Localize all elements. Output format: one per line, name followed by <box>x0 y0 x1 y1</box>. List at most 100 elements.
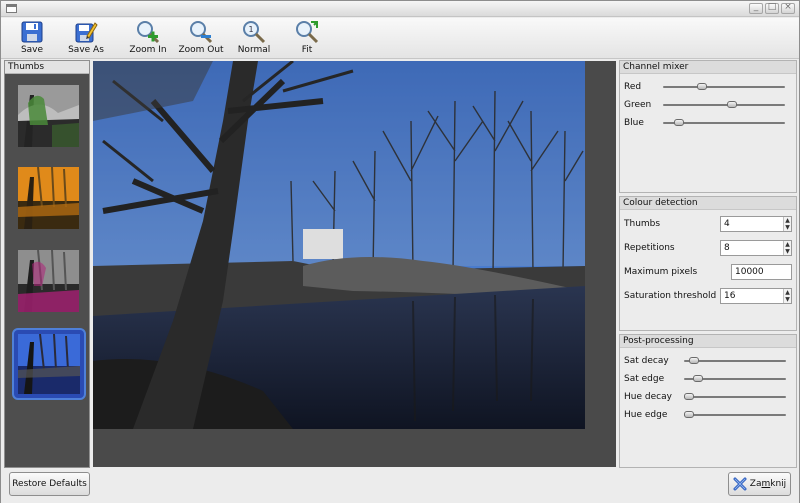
saturation-threshold-label: Saturation threshold <box>624 291 717 301</box>
title-bar[interactable]: _ □ × <box>1 1 799 17</box>
spinbox-arrows[interactable]: ▲ ▼ <box>783 289 791 303</box>
thumbnail-image <box>18 334 80 394</box>
fit-label: Fit <box>301 45 313 55</box>
slider-track <box>663 104 785 106</box>
slider-track <box>684 396 786 398</box>
image-view-area[interactable] <box>93 61 616 467</box>
magnifier-one-to-one-icon: 1 <box>243 21 266 44</box>
hue-decay-label: Hue decay <box>624 392 672 402</box>
thumbnail-magenta[interactable] <box>18 250 79 312</box>
close-dialog-label: Zamknij <box>750 473 786 495</box>
spin-up-icon[interactable]: ▲ <box>784 217 791 224</box>
green-slider[interactable] <box>663 100 785 110</box>
thumbs-count-spinbox[interactable]: 4 ▲ ▼ <box>720 216 792 232</box>
red-slider[interactable] <box>663 82 785 92</box>
magnifier-minus-icon <box>190 21 213 44</box>
fit-button[interactable]: Fit <box>292 20 322 58</box>
slider-track <box>663 86 785 88</box>
bottom-bar: Restore Defaults Zamknij <box>1 468 799 503</box>
spinbox-arrows[interactable]: ▲ ▼ <box>783 217 791 231</box>
hue-decay-slider[interactable] <box>684 392 786 402</box>
thumbnail-blue-selected[interactable] <box>12 328 86 400</box>
spin-up-icon[interactable]: ▲ <box>784 241 791 248</box>
close-label-suffix: knij <box>770 479 787 489</box>
minimize-icon: _ <box>753 2 759 12</box>
spin-down-icon[interactable]: ▼ <box>784 296 791 303</box>
repetitions-spinbox[interactable]: 8 ▲ ▼ <box>720 240 792 256</box>
slider-handle[interactable] <box>674 119 684 126</box>
post-processing-title: Post-processing <box>620 335 796 348</box>
zoom-out-button[interactable]: Zoom Out <box>178 20 224 58</box>
maximum-pixels-field[interactable]: 10000 <box>731 264 792 280</box>
sat-decay-slider[interactable] <box>684 356 786 366</box>
restore-defaults-button[interactable]: Restore Defaults <box>9 472 90 496</box>
thumbnail-image <box>18 167 79 229</box>
normal-zoom-button[interactable]: 1 Normal <box>237 20 271 58</box>
maximize-button[interactable]: □ <box>765 2 779 14</box>
thumbs-panel: Thumbs <box>4 60 90 468</box>
restore-defaults-label: Restore Defaults <box>12 479 87 489</box>
slider-handle[interactable] <box>689 357 699 364</box>
close-label-prefix: Za <box>749 479 762 489</box>
thumbs-count-label: Thumbs <box>624 219 661 229</box>
toolbar: Save Save As Zoom In Zoom Out 1 Normal F… <box>1 18 799 59</box>
post-processing-group: Post-processing Sat decay Sat edge Hue d… <box>619 334 797 468</box>
spin-up-icon[interactable]: ▲ <box>784 289 791 296</box>
hue-edge-label: Hue edge <box>624 410 668 420</box>
thumbnail-image <box>18 85 79 147</box>
thumbnail-green[interactable] <box>18 85 79 147</box>
slider-handle[interactable] <box>684 411 694 418</box>
save-as-button[interactable]: Save As <box>66 20 106 58</box>
zoom-in-label: Zoom In <box>129 45 167 55</box>
sat-edge-label: Sat edge <box>624 374 665 384</box>
thumbnail-image <box>18 250 79 312</box>
maximum-pixels-label: Maximum pixels <box>624 267 698 277</box>
sat-decay-label: Sat decay <box>624 356 669 366</box>
blue-slider[interactable] <box>663 118 785 128</box>
saturation-threshold-spinbox[interactable]: 16 ▲ ▼ <box>720 288 792 304</box>
normal-zoom-label: Normal <box>237 45 271 55</box>
maximum-pixels-value: 10000 <box>735 267 764 277</box>
blue-label: Blue <box>624 118 644 128</box>
close-dialog-button[interactable]: Zamknij <box>728 472 791 496</box>
save-button[interactable]: Save <box>17 20 47 58</box>
floppy-disk-icon <box>21 21 43 43</box>
close-icon: × <box>784 2 792 12</box>
slider-track <box>684 414 786 416</box>
minimize-button[interactable]: _ <box>749 2 763 14</box>
save-as-label: Save As <box>68 45 104 55</box>
slider-handle[interactable] <box>693 375 703 382</box>
zoom-in-button[interactable]: Zoom In <box>129 20 167 58</box>
zoom-out-label: Zoom Out <box>178 45 224 55</box>
preview-image <box>93 61 585 429</box>
save-label: Save <box>20 45 44 55</box>
red-label: Red <box>624 82 642 92</box>
spinbox-arrows[interactable]: ▲ ▼ <box>783 241 791 255</box>
maximize-icon: □ <box>767 2 777 12</box>
thumbs-count-value: 4 <box>724 219 730 229</box>
channel-mixer-title: Channel mixer <box>620 61 796 74</box>
slider-handle[interactable] <box>697 83 707 90</box>
channel-mixer-group: Channel mixer Red Green Blue <box>619 60 797 193</box>
colour-detection-group: Colour detection Thumbs 4 ▲ ▼ Repetitions… <box>619 196 797 331</box>
saturation-threshold-value: 16 <box>724 291 736 301</box>
slider-handle[interactable] <box>727 101 737 108</box>
thumbs-title: Thumbs <box>5 61 89 74</box>
colour-detection-title: Colour detection <box>620 197 796 210</box>
svg-text:1: 1 <box>248 25 253 34</box>
thumbnail-orange[interactable] <box>18 167 79 229</box>
close-x-icon <box>733 477 747 491</box>
app-window-icon <box>6 4 17 13</box>
hue-edge-slider[interactable] <box>684 410 786 420</box>
spin-down-icon[interactable]: ▼ <box>784 224 791 231</box>
close-label-mnemonic: m <box>761 479 771 489</box>
magnifier-plus-icon <box>137 21 160 44</box>
slider-handle[interactable] <box>684 393 694 400</box>
repetitions-label: Repetitions <box>624 243 675 253</box>
close-window-button[interactable]: × <box>781 2 795 14</box>
spin-down-icon[interactable]: ▼ <box>784 248 791 255</box>
sat-edge-slider[interactable] <box>684 374 786 384</box>
green-label: Green <box>624 100 652 110</box>
application-window: _ □ × Save Save As Zoom In Zoom Out 1 No… <box>0 0 800 503</box>
repetitions-value: 8 <box>724 243 730 253</box>
